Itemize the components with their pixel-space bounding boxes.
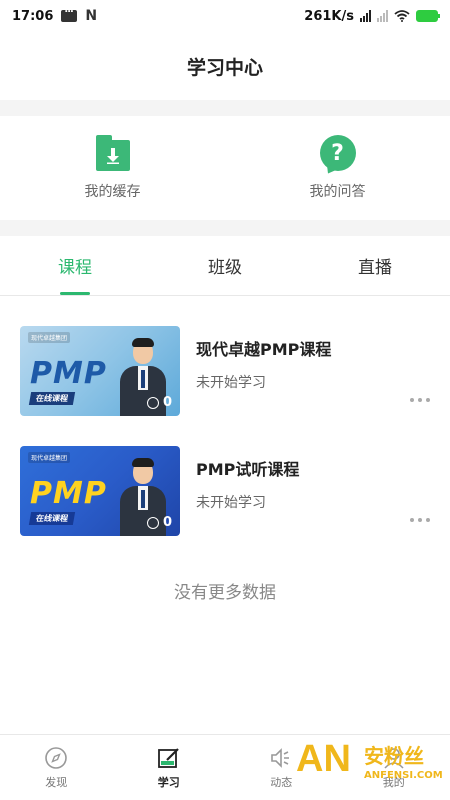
tab-courses[interactable]: 课程 <box>0 236 150 295</box>
quick-actions: 我的缓存 ? 我的问答 <box>0 116 450 220</box>
learner-count-value: 0 <box>162 395 172 410</box>
thumbnail-title: PMP <box>30 476 107 511</box>
course-thumbnail: 现代卓越集团 PMP 在线课程 0 <box>20 326 180 416</box>
signal-2-icon <box>377 10 388 22</box>
tab-live[interactable]: 直播 <box>300 236 450 295</box>
tab-label: 直播 <box>358 258 392 278</box>
thumbnail-brand: 现代卓越集团 <box>28 332 71 343</box>
status-bar: 17:06 N 261K/s <box>0 0 450 32</box>
tab-label: 课程 <box>58 258 92 278</box>
my-cache-label: 我的缓存 <box>84 184 141 200</box>
course-title: PMP试听课程 <box>196 460 300 479</box>
my-qa-label: 我的问答 <box>309 184 366 200</box>
page-title: 学习中心 <box>186 56 263 79</box>
list-item[interactable]: 现代卓越集团 PMP 在线课程 0 现代卓越PMP课程 未开始学习 <box>0 296 450 416</box>
watermark-url: ANFENSI.COM <box>364 770 443 781</box>
course-thumbnail: 现代卓越集团 PMP 在线课程 0 <box>20 446 180 536</box>
course-list: 现代卓越集团 PMP 在线课程 0 现代卓越PMP课程 未开始学习 现代卓越集团… <box>0 296 450 536</box>
watermark-text: 安粉丝 <box>364 744 424 768</box>
course-title: 现代卓越PMP课程 <box>196 340 332 359</box>
status-time: 17:06 <box>12 8 54 24</box>
nav-label: 发现 <box>45 775 68 789</box>
watermark-logo: AN 安粉丝 ANFENSI.COM <box>296 734 446 796</box>
nav-discover[interactable]: 发现 <box>0 735 113 800</box>
section-divider <box>0 220 450 236</box>
speaker-icon <box>271 747 290 768</box>
nav-label: 动态 <box>270 775 293 789</box>
signal-icon <box>360 10 371 22</box>
download-folder-icon <box>95 135 130 171</box>
message-icon <box>61 4 78 22</box>
tab-classes[interactable]: 班级 <box>150 236 300 295</box>
nav-label: 学习 <box>157 775 180 789</box>
active-tab-indicator <box>60 292 90 295</box>
tab-bar: 课程 班级 直播 <box>0 236 450 296</box>
user-icon <box>146 396 159 409</box>
wifi-icon <box>394 10 410 22</box>
section-divider <box>0 100 450 116</box>
course-status: 未开始学习 <box>196 375 266 391</box>
watermark-letters: AN <box>296 738 351 780</box>
thumbnail-badge: 在线课程 <box>28 512 76 525</box>
my-cache-button[interactable]: 我的缓存 <box>0 116 225 220</box>
thumbnail-brand: 现代卓越集团 <box>28 452 71 463</box>
question-bubble-icon: ? <box>319 135 356 171</box>
no-more-data-text: 没有更多数据 <box>174 583 276 603</box>
battery-icon <box>416 10 440 22</box>
nav-study[interactable]: 学习 <box>113 735 226 800</box>
learner-count: 0 <box>146 515 172 530</box>
n-icon: N <box>85 8 98 24</box>
page-header: 学习中心 <box>0 32 450 100</box>
network-speed: 261K/s <box>304 8 354 24</box>
thumbnail-title: PMP <box>30 356 107 391</box>
thumbnail-badge: 在线课程 <box>28 392 76 405</box>
study-icon <box>157 747 179 768</box>
list-item[interactable]: 现代卓越集团 PMP 在线课程 0 PMP试听课程 未开始学习 <box>0 416 450 536</box>
more-options-icon[interactable] <box>410 518 430 522</box>
learner-count-value: 0 <box>162 515 172 530</box>
user-icon <box>146 516 159 529</box>
course-status: 未开始学习 <box>196 495 266 511</box>
compass-icon <box>45 746 68 769</box>
learner-count: 0 <box>146 395 172 410</box>
tab-label: 班级 <box>208 258 242 278</box>
my-qa-button[interactable]: ? 我的问答 <box>225 116 450 220</box>
more-options-icon[interactable] <box>410 398 430 402</box>
